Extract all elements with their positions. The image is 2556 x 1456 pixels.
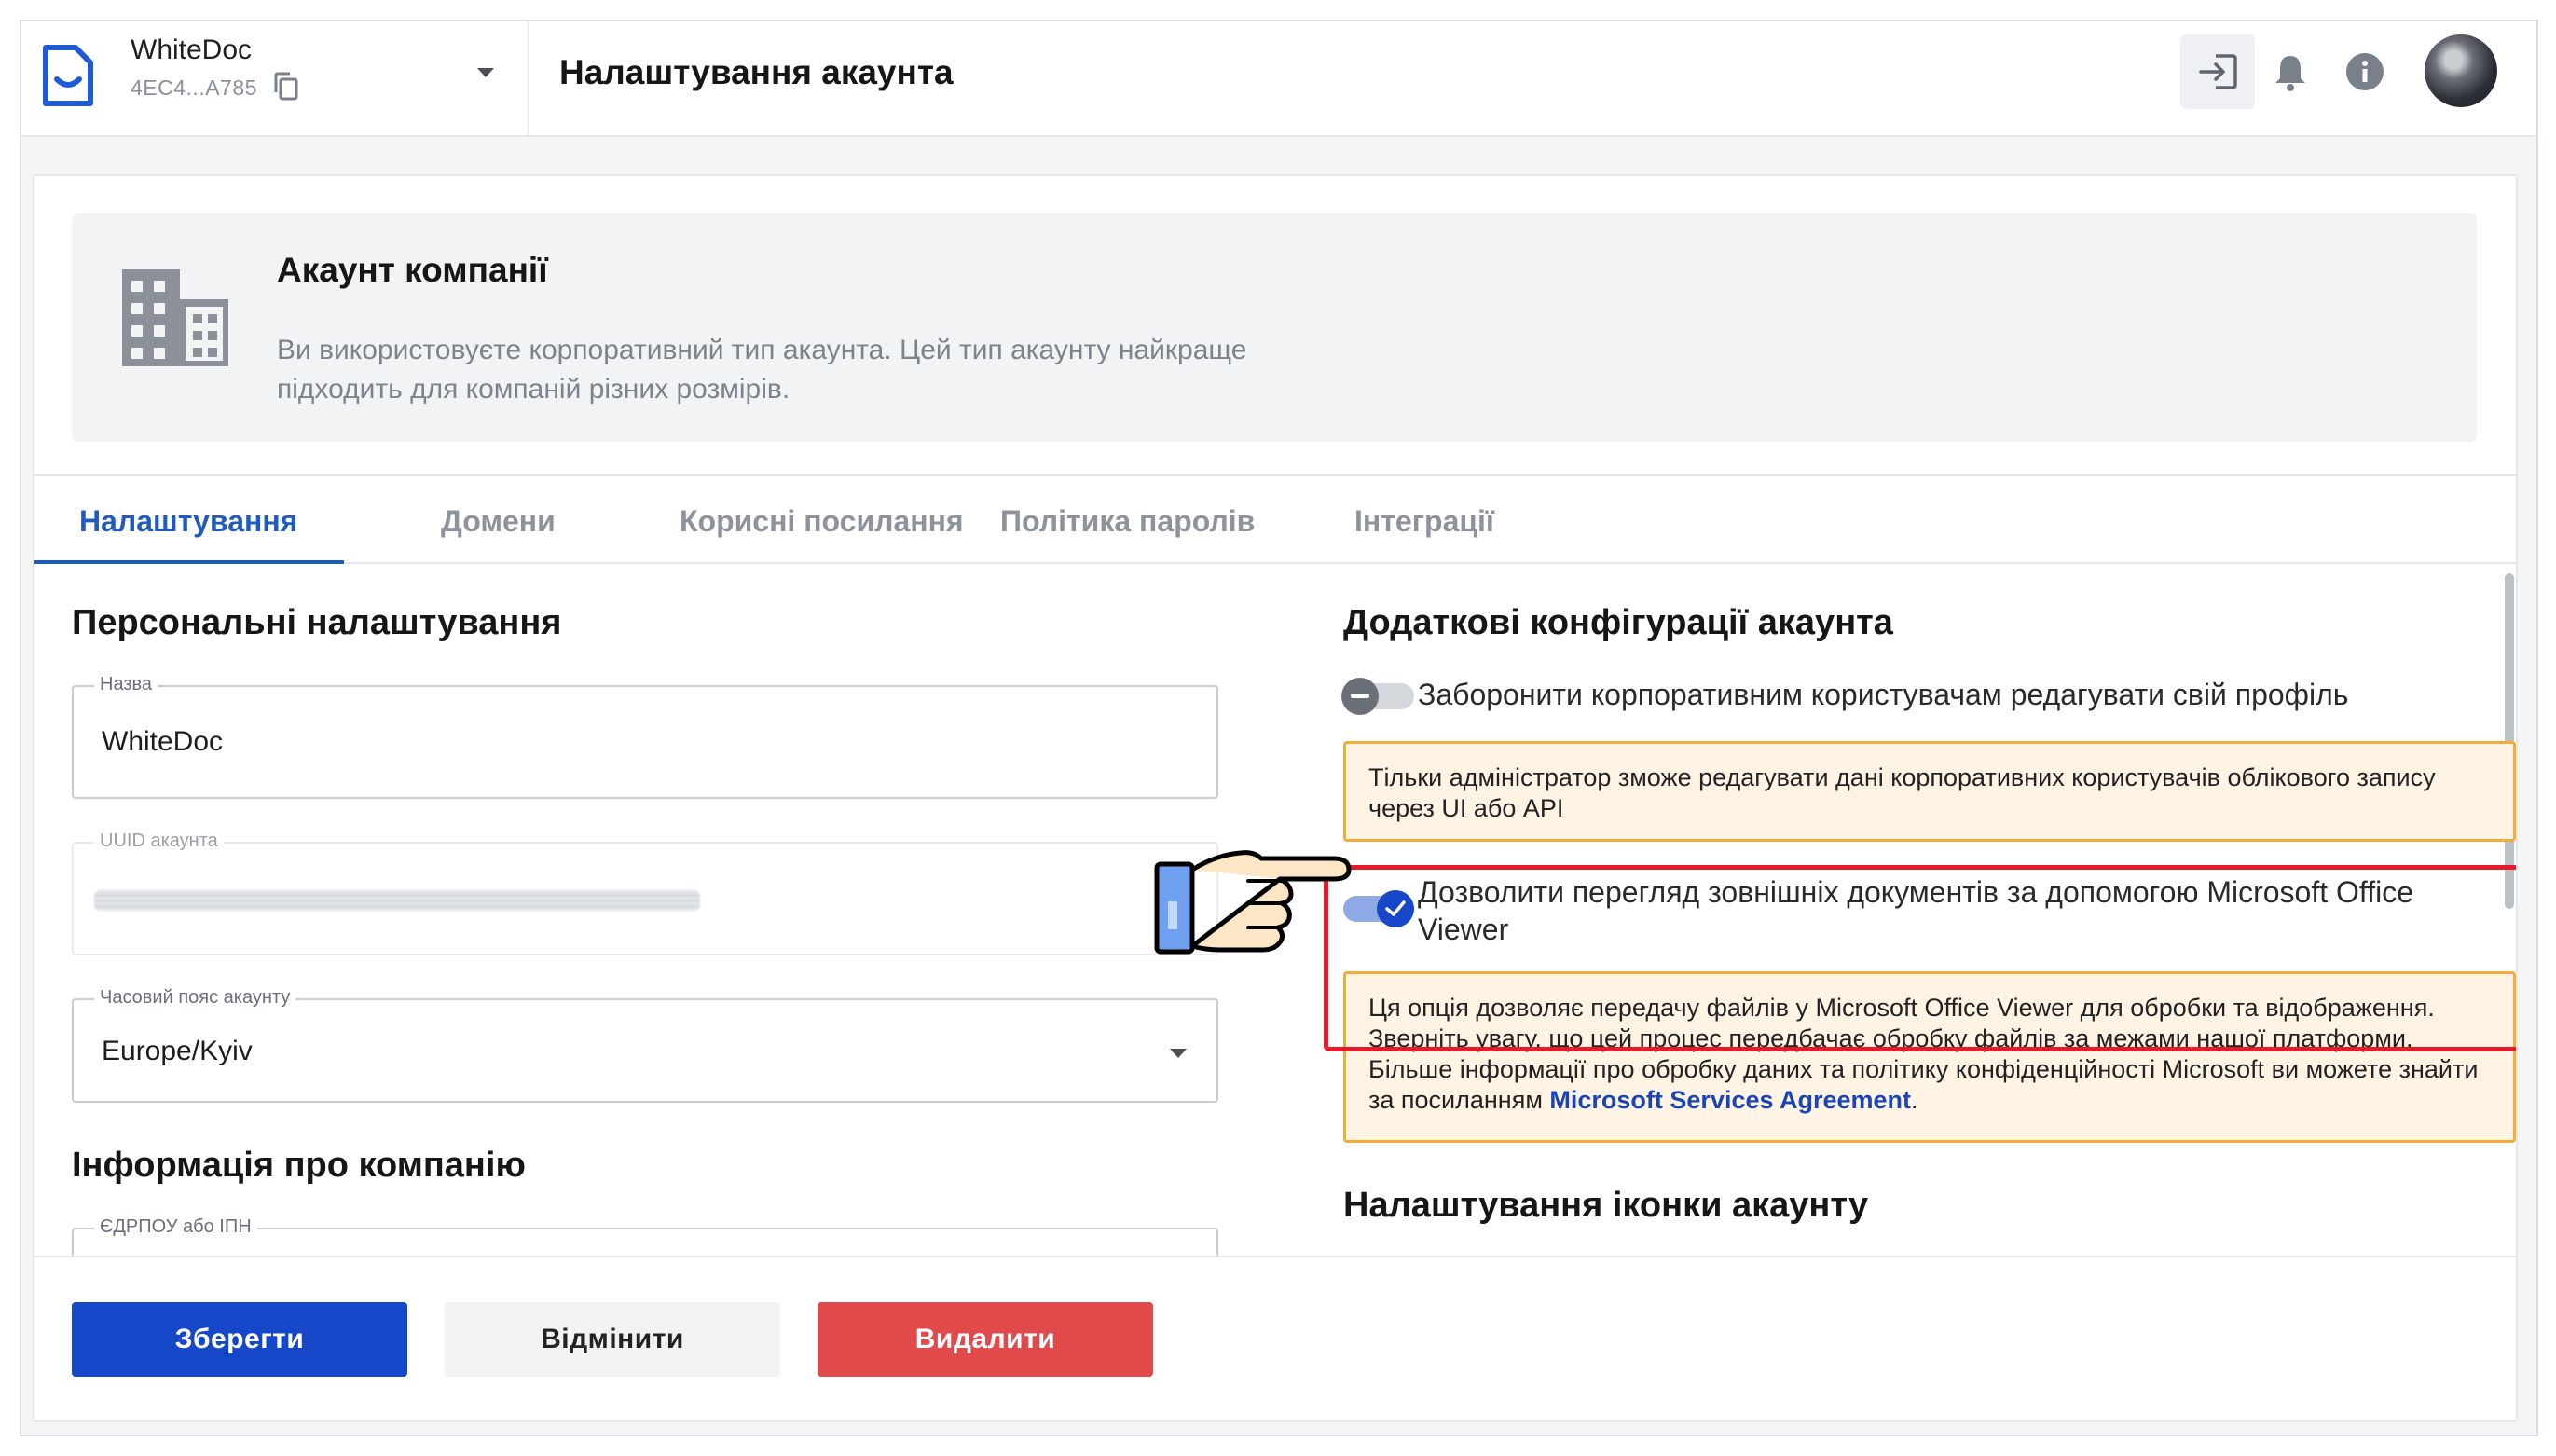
tab-integrations[interactable]: Інтеграції: [1354, 504, 1494, 539]
tab-password-policy[interactable]: Політика паролів: [1000, 504, 1255, 539]
timezone-value: Europe/Kyiv: [102, 1036, 253, 1066]
warning-office-viewer-end: .: [1911, 1086, 1918, 1114]
banner-title: Акаунт компанії: [277, 251, 548, 289]
uuid-blurred-value: [94, 890, 700, 911]
warning-admin-only: Тільки адміністратор зможе редагувати да…: [1343, 741, 2516, 842]
toggle-office-viewer-label: Дозволити перегляд зовнішніх документів …: [1418, 875, 2414, 946]
chevron-down-icon[interactable]: [475, 66, 496, 79]
settings-content: Персональні налаштування Назва WhiteDoc …: [34, 566, 2516, 1256]
name-label: Назва: [94, 674, 158, 695]
building-icon: [122, 269, 228, 366]
toggle-switch-off[interactable]: [1341, 678, 1414, 715]
save-button[interactable]: Зберегти: [72, 1302, 407, 1377]
page-title: Налаштування акаунта: [559, 53, 954, 91]
login-icon: [2199, 54, 2237, 89]
timezone-select[interactable]: Часовий пояс акаунту Europe/Kyiv: [72, 987, 1218, 1103]
edrpou-label: ЄДРПОУ або ІПН: [94, 1216, 257, 1238]
login-button[interactable]: [2180, 34, 2255, 109]
account-icon-heading: Налаштування іконки акаунту: [1343, 1186, 1869, 1225]
bell-icon: [2275, 56, 2305, 91]
org-switcher[interactable]: WhiteDoc 4EC4...A785: [21, 21, 529, 137]
warning-admin-only-text: Тільки адміністратор зможе редагувати да…: [1368, 763, 2436, 822]
cancel-button[interactable]: Відмінити: [445, 1302, 780, 1377]
uuid-field: UUID акаунта: [72, 831, 1218, 955]
settings-card: Акаунт компанії Ви використовуєте корпор…: [33, 174, 2518, 1422]
org-name: WhiteDoc: [131, 34, 253, 65]
info-icon: [2346, 53, 2384, 90]
microsoft-services-agreement-link[interactable]: Microsoft Services Agreement: [1549, 1086, 1911, 1114]
uuid-label: UUID акаунта: [94, 831, 224, 852]
warning-office-viewer: Ця опція дозволяє передачу файлів у Micr…: [1343, 971, 2516, 1143]
active-tab-indicator: [34, 560, 344, 564]
name-field[interactable]: Назва WhiteDoc: [72, 674, 1218, 799]
tab-domains[interactable]: Домени: [441, 504, 556, 539]
info-button[interactable]: [2328, 34, 2402, 109]
user-avatar[interactable]: [2425, 34, 2497, 107]
top-bar: WhiteDoc 4EC4...A785 Налаштування акаунт…: [21, 21, 2536, 137]
timezone-label: Часовий пояс акаунту: [94, 987, 296, 1009]
personal-settings-heading: Персональні налаштування: [72, 603, 562, 642]
delete-button[interactable]: Видалити: [818, 1302, 1153, 1377]
whitedoc-logo-icon: [43, 45, 93, 106]
minus-icon: [1341, 678, 1379, 715]
pointing-hand-icon: [1154, 850, 1352, 955]
name-value: WhiteDoc: [102, 726, 224, 757]
app-window: WhiteDoc 4EC4...A785 Налаштування акаунт…: [20, 20, 2538, 1436]
chevron-down-icon: [1170, 1049, 1187, 1058]
banner-description: Ви використовуєте корпоративний тип акау…: [277, 335, 1247, 405]
action-bar: Зберегти Відмінити Видалити: [34, 1256, 2516, 1420]
company-info-heading: Інформація про компанію: [72, 1146, 526, 1185]
org-id: 4EC4...A785: [131, 76, 257, 100]
toggle-restrict-profile-edit[interactable]: Заборонити корпоративним користувачам ре…: [1341, 676, 2499, 717]
settings-tabs: Налаштування Домени Корисні посилання По…: [34, 474, 2516, 564]
copy-icon[interactable]: [273, 72, 299, 102]
extra-config-heading: Додаткові конфігурації акаунта: [1343, 603, 1893, 642]
account-type-banner: Акаунт компанії Ви використовуєте корпор…: [72, 213, 2477, 442]
edrpou-field[interactable]: ЄДРПОУ або ІПН: [72, 1216, 1218, 1256]
check-icon: [1377, 890, 1414, 927]
warning-office-viewer-text: Ця опція дозволяє передачу файлів у Micr…: [1368, 994, 2479, 1114]
toggle-restrict-profile-label: Заборонити корпоративним користувачам ре…: [1418, 678, 2349, 711]
notifications-button[interactable]: [2253, 34, 2328, 109]
tab-useful-links[interactable]: Корисні посилання: [680, 504, 964, 539]
tab-settings[interactable]: Налаштування: [79, 504, 297, 539]
toggle-office-viewer[interactable]: Дозволити перегляд зовнішніх документів …: [1343, 873, 2499, 952]
